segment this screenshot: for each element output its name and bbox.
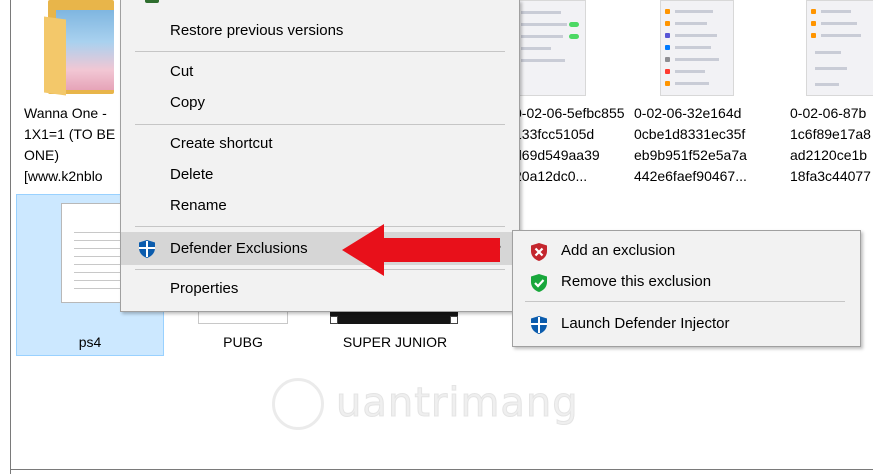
partial-menu-icon: [145, 0, 159, 3]
file-tile-image-1[interactable]: 0-02-06-5efbc855 133fcc5105d d69d549aa39…: [506, 0, 625, 190]
defender-shield-icon: [139, 240, 155, 258]
red-x-shield-icon: [531, 243, 547, 261]
file-label-super-junior[interactable]: SUPER JUNIOR: [318, 332, 472, 353]
file-tile-image-2[interactable]: 0-02-06-32e164d 0cbe1d8331ec35f eb9b951f…: [630, 0, 780, 190]
menu-separator: [135, 124, 505, 125]
folder-icon: [44, 0, 114, 96]
window-left-border: [10, 0, 11, 474]
submenu-item-remove-exclusion[interactable]: Remove this exclusion: [513, 267, 860, 297]
file-tile-image-3[interactable]: 0-02-06-87b 1c6f89e17a8 ad2120ce1b 18fa3…: [784, 0, 873, 190]
file-label: 0-02-06-32e164d 0cbe1d8331ec35f eb9b951f…: [634, 105, 747, 184]
file-label: 0-02-06-87b 1c6f89e17a8 ad2120ce1b 18fa3…: [790, 105, 871, 184]
defender-exclusions-submenu: Add an exclusion Remove this exclusion L…: [512, 230, 861, 347]
file-label: Wanna One - 1X1=1 (TO BE ONE) [www.k2nbl…: [24, 105, 116, 184]
menu-item-create-shortcut[interactable]: Create shortcut: [121, 129, 519, 159]
lightbulb-q-icon: [272, 378, 324, 430]
red-arrow-icon: [342, 224, 500, 276]
submenu-separator: [525, 301, 845, 302]
defender-shield-icon: [531, 316, 547, 334]
menu-item-cut[interactable]: Cut: [121, 57, 519, 87]
image-thumbnail: [512, 0, 586, 96]
file-label: 0-02-06-5efbc855 133fcc5105d d69d549aa39…: [514, 105, 625, 184]
menu-item-copy[interactable]: Copy: [121, 88, 519, 118]
watermark-text: uantrimang: [336, 380, 579, 427]
file-tile-wannaone-folder[interactable]: Wanna One - 1X1=1 (TO BE ONE) [www.k2nbl…: [20, 0, 120, 190]
menu-item-restore-previous-versions[interactable]: Restore previous versions: [121, 16, 519, 46]
menu-separator: [135, 51, 505, 52]
submenu-item-add-exclusion[interactable]: Add an exclusion: [513, 236, 860, 266]
menu-item-rename[interactable]: Rename: [121, 191, 519, 221]
window-bottom-border: [10, 469, 873, 470]
green-check-shield-icon: [531, 274, 547, 292]
file-label-pubg[interactable]: PUBG: [186, 332, 300, 353]
file-label: ps4: [78, 334, 102, 350]
menu-item-properties[interactable]: Properties: [121, 274, 519, 304]
watermark: uantrimang: [262, 358, 592, 442]
image-thumbnail: [806, 0, 873, 96]
menu-item-delete[interactable]: Delete: [121, 160, 519, 190]
submenu-item-launch-injector[interactable]: Launch Defender Injector: [513, 309, 860, 339]
image-thumbnail: [660, 0, 734, 96]
